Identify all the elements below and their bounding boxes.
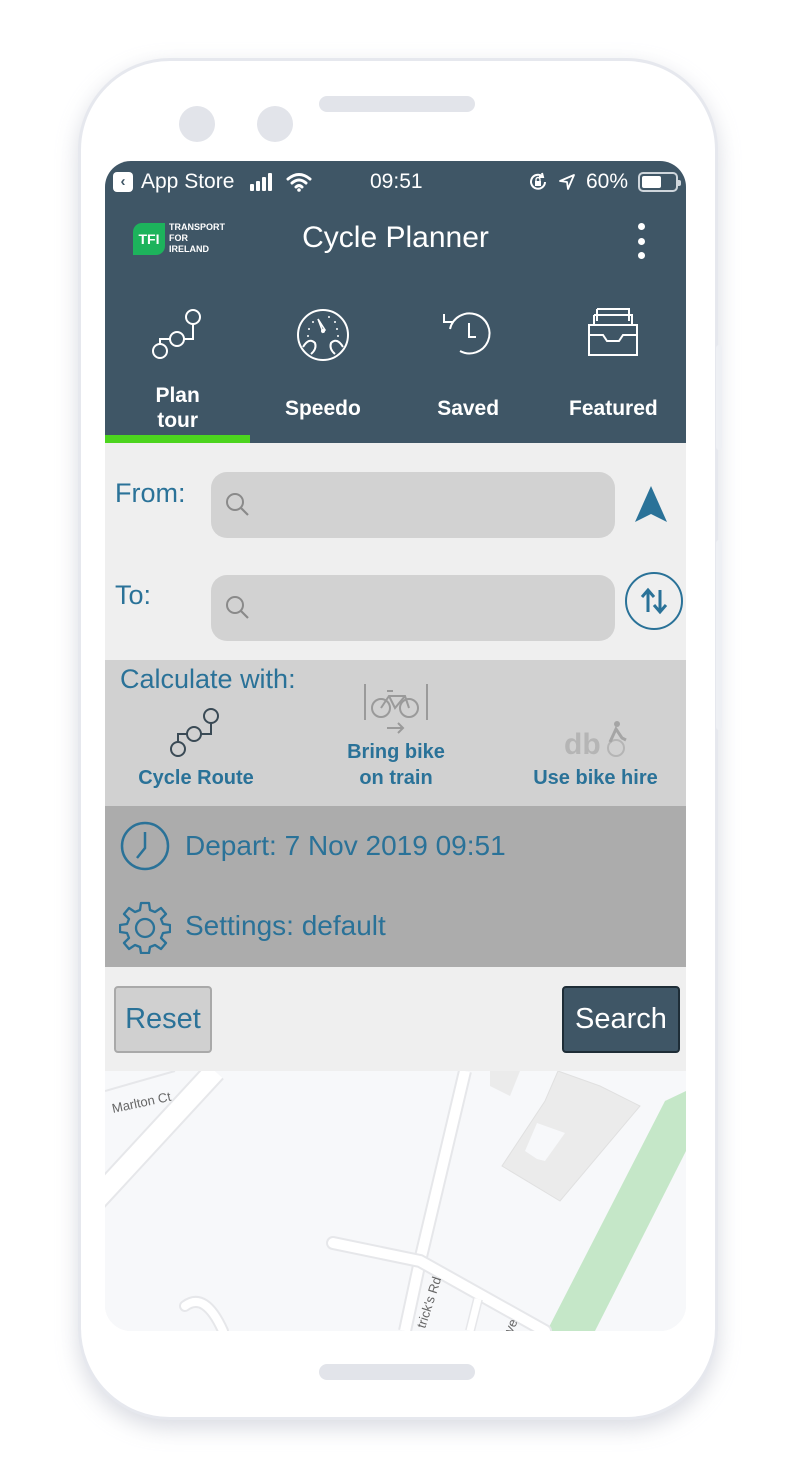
mode-label: Bring bike	[347, 741, 445, 763]
bike-on-train-icon	[364, 684, 428, 734]
back-app-label[interactable]: App Store	[141, 170, 234, 194]
mode-bring-bike-on-train[interactable]: Bring bike on train	[305, 660, 487, 806]
speedometer-icon	[296, 309, 349, 361]
mode-label: Use bike hire	[533, 767, 658, 789]
settings-text: Settings: default	[185, 910, 386, 941]
swap-arrows-icon	[640, 587, 668, 615]
wifi-icon	[286, 173, 312, 192]
from-field[interactable]	[211, 472, 615, 538]
gear-icon	[119, 901, 171, 954]
map-canvas[interactable]: Marlton Ct trick's Rd S ve	[105, 1071, 686, 1331]
depart-text: Depart: 7 Nov 2019 09:51	[185, 830, 506, 861]
route-icon	[170, 708, 219, 757]
swap-locations-button[interactable]	[625, 572, 683, 630]
mode-label: Cycle Route	[138, 767, 254, 789]
to-input[interactable]	[261, 575, 601, 641]
from-label: From:	[115, 478, 186, 508]
search-button[interactable]: Search	[562, 986, 680, 1053]
tab-label: Plan	[155, 384, 200, 407]
bike-hire-icon: db	[564, 721, 627, 760]
back-to-app-icon[interactable]: ‹	[113, 172, 133, 192]
phone-side-button	[716, 540, 722, 730]
tab-label: Featured	[569, 397, 658, 420]
action-bar: Reset Search	[105, 967, 686, 1071]
phone-sensor	[257, 106, 293, 142]
reset-button[interactable]: Reset	[114, 986, 212, 1053]
orientation-lock-icon	[529, 172, 546, 190]
location-arrow-icon	[559, 174, 575, 190]
status-bar: ‹ App Store 09:51 60%	[105, 161, 686, 203]
search-icon	[226, 596, 249, 619]
mode-label: on train	[359, 767, 433, 789]
tab-bar: Plan tour Speedo Saved Featured	[105, 283, 686, 443]
phone-camera	[179, 106, 215, 142]
tab-speedo[interactable]: Speedo	[250, 283, 395, 443]
status-time: 09:51	[370, 170, 423, 193]
tab-plan-tour[interactable]: Plan tour	[105, 283, 251, 443]
app-screen: ‹ App Store 09:51 60% TFI TRANSPORT FOR …	[105, 161, 686, 1331]
to-field[interactable]	[211, 575, 615, 641]
to-label: To:	[115, 580, 152, 610]
map-view[interactable]: Marlton Ct trick's Rd S ve	[105, 1071, 686, 1331]
phone-side-button	[716, 345, 722, 450]
phone-speaker	[319, 96, 475, 112]
app-header: TFI TRANSPORT FOR IRELAND Cycle Planner	[105, 203, 686, 283]
cellular-signal-icon	[250, 173, 273, 191]
page-title: Cycle Planner	[302, 221, 489, 254]
calculate-with-panel: Calculate with: Cycle Route Bring bike o…	[105, 660, 686, 806]
clock-icon	[120, 821, 170, 871]
tab-label: Saved	[437, 397, 500, 420]
trip-options: Depart: 7 Nov 2019 09:51 Settings: defau…	[105, 806, 686, 967]
more-vertical-icon[interactable]	[636, 223, 646, 259]
history-icon	[443, 312, 491, 355]
tab-featured[interactable]: Featured	[541, 283, 686, 443]
search-icon	[226, 493, 249, 516]
route-form: From: To:	[105, 443, 686, 660]
tab-label: Speedo	[284, 397, 361, 420]
svg-text:db: db	[564, 728, 601, 760]
battery-icon	[638, 172, 681, 192]
depart-time-row[interactable]: Depart: 7 Nov 2019 09:51	[105, 812, 686, 882]
mode-cycle-route[interactable]: Cycle Route	[105, 660, 287, 806]
from-input[interactable]	[261, 472, 601, 538]
battery-percent: 60%	[585, 170, 628, 193]
tab-label: tour	[157, 409, 199, 432]
settings-row[interactable]: Settings: default	[105, 892, 686, 962]
phone-home-bar	[319, 1364, 475, 1380]
tab-saved[interactable]: Saved	[396, 283, 541, 443]
current-location-icon[interactable]	[633, 484, 669, 524]
mode-use-bike-hire[interactable]: db Use bike hire	[505, 660, 686, 806]
inbox-tray-icon	[588, 308, 639, 356]
route-icon	[151, 309, 201, 359]
